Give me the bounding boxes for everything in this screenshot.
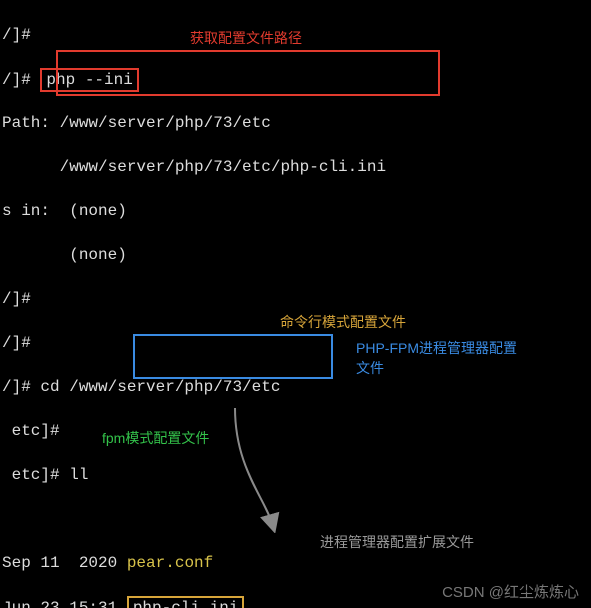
prompt-line: /]#: [0, 288, 591, 310]
anno-fpm-mode: fpm模式配置文件: [102, 428, 209, 448]
cmd-php-ini: /]# php --ini: [0, 68, 591, 90]
file-php-cli-ini: php-cli.ini: [127, 596, 245, 608]
cmd-ll: etc]# ll: [0, 464, 591, 486]
cmd-box: php --ini: [40, 68, 138, 92]
cmd-cd-etc: /]# cd /www/server/php/73/etc: [0, 376, 591, 398]
anno-cli-mode: 命令行模式配置文件: [280, 312, 406, 332]
prompt-line: etc]#: [0, 420, 591, 442]
output-line: s in: (none): [0, 200, 591, 222]
anno-fpm-manager-1: PHP-FPM进程管理器配置: [356, 338, 517, 358]
path-line-1: Path: /www/server/php/73/etc: [0, 112, 591, 134]
anno-ext-config: 进程管理器配置扩展文件: [320, 532, 474, 552]
blank-line: [0, 508, 591, 530]
anno-get-config-path: 获取配置文件路径: [190, 28, 302, 48]
ls-row: Sep 11 2020 pear.conf: [0, 552, 591, 574]
anno-fpm-manager-2: 文件: [356, 358, 384, 378]
output-line: (none): [0, 244, 591, 266]
watermark: CSDN @红尘炼炼心: [442, 581, 579, 602]
file-pear-conf: pear.conf: [127, 554, 213, 572]
path-line-2: /www/server/php/73/etc/php-cli.ini: [0, 156, 591, 178]
terminal-output: /]# /]# php --ini Path: /www/server/php/…: [0, 0, 591, 608]
